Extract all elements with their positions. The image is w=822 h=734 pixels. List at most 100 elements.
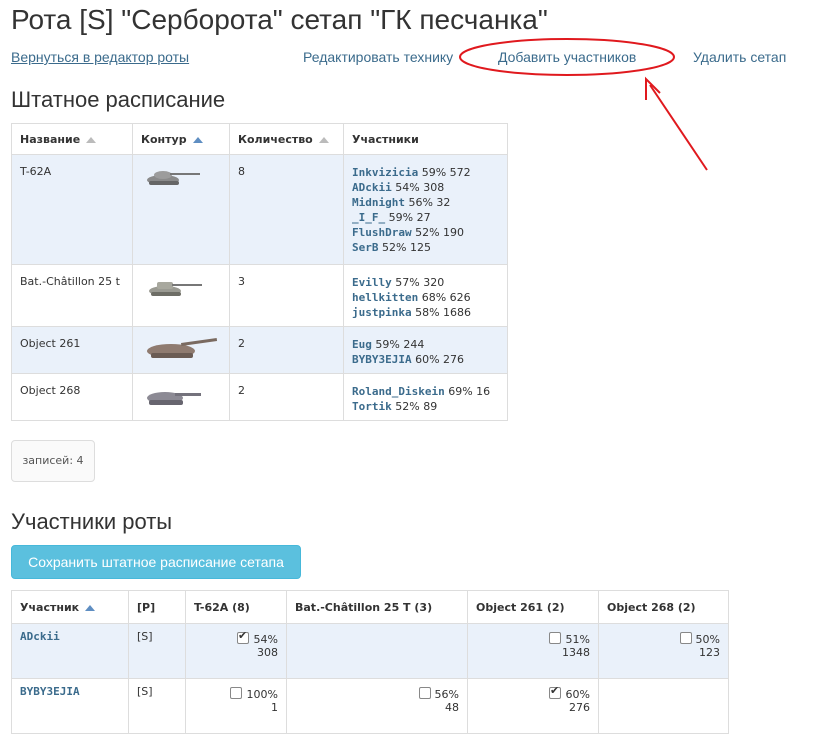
assign-cell: 56% 48	[286, 678, 468, 734]
tank-qty-cell: 2	[229, 326, 344, 374]
tank-contour-icon	[149, 282, 202, 296]
add-members-link[interactable]: Добавить участников	[498, 48, 636, 66]
col-contour-header[interactable]: Контур	[132, 123, 230, 155]
assign-cell: 51% 1348	[467, 623, 599, 679]
tank-players-cell: Roland_Diskein 69% 16 Tortik 52% 89	[343, 373, 508, 421]
member-role-cell: [S]	[128, 623, 186, 679]
table-row: Object 268 2 Roland_Diskein 69% 16 Torti…	[11, 373, 508, 421]
table-row: BYBY3EJIA [S] 100%1 56%48 60%276	[11, 678, 729, 734]
tank-contour-cell	[132, 264, 230, 327]
player-link[interactable]: justpinka	[352, 306, 412, 319]
player-line: Roland_Diskein 69% 16	[352, 385, 491, 398]
player-link[interactable]: Roland_Diskein	[352, 385, 445, 398]
tank-contour-cell	[132, 326, 230, 374]
tank-qty-cell: 2	[229, 373, 344, 421]
member-name-cell: ADckii	[11, 623, 129, 679]
player-line: Inkvizicia 59% 572	[352, 166, 471, 179]
tank-name-cell: T-62A	[11, 154, 133, 265]
player-line: _I_F_ 59% 27	[352, 211, 431, 224]
staff-heading: Штатное расписание	[11, 87, 226, 112]
members-header-row: Участник [P] T-62A (8) Bat.-Châtillon 25…	[11, 590, 729, 624]
tank-name-cell: Object 268	[11, 373, 133, 421]
player-line: Eug 59% 244	[352, 338, 425, 351]
col-role-header[interactable]: [P]	[128, 590, 186, 624]
table-row: Bat.-Châtillon 25 t 3 Evilly 57% 320 hel…	[11, 264, 508, 327]
player-link[interactable]: ADckii	[352, 181, 392, 194]
assign-checkbox[interactable]	[419, 687, 431, 699]
tank-contour-icon	[147, 392, 201, 405]
tank-contour-icon	[147, 337, 218, 358]
assign-cell: 50% 123	[598, 623, 729, 679]
player-link[interactable]: Tortik	[352, 400, 392, 413]
assign-checkbox[interactable]	[549, 684, 561, 699]
player-link[interactable]: _I_F_	[352, 211, 385, 224]
assign-cell: 100% 1	[185, 678, 287, 734]
assign-cell: 60%276	[467, 678, 599, 734]
tank-contour-cell	[132, 154, 230, 265]
col-t62-header[interactable]: T-62A (8)	[185, 590, 287, 624]
edit-tech-link[interactable]: Редактировать технику	[303, 48, 453, 66]
player-link[interactable]: SerB	[352, 241, 379, 254]
sort-arrow-icon[interactable]	[86, 136, 97, 143]
col-bat-header[interactable]: Bat.-Châtillon 25 T (3)	[286, 590, 468, 624]
staff-header-row: Название Контур Количество Участники	[11, 123, 508, 155]
table-row: ADckii [S] 54%308 51%1348 50%123	[11, 623, 729, 679]
player-line: Tortik 52% 89	[352, 400, 438, 413]
sort-arrow-icon[interactable]	[192, 136, 203, 143]
member-link[interactable]: BYBY3EJIA	[20, 685, 80, 698]
player-line: hellkitten 68% 626	[352, 291, 471, 304]
tank-contour-icon	[147, 171, 200, 185]
table-row: Object 261 2 Eug 59% 244 BYBY3EJIA 60% 2…	[11, 326, 508, 374]
member-link[interactable]: ADckii	[20, 630, 60, 643]
sort-arrow-icon[interactable]	[85, 604, 96, 611]
col-o268-header[interactable]: Object 268 (2)	[598, 590, 729, 624]
player-line: Midnight 56% 32	[352, 196, 451, 209]
tank-name-cell: Bat.-Châtillon 25 t	[11, 264, 133, 327]
member-name-cell: BYBY3EJIA	[11, 678, 129, 734]
player-line: FlushDraw 52% 190	[352, 226, 465, 239]
page-title: Рота [S] "Серборота" сетап "ГК песчанка"	[11, 4, 548, 35]
assign-cell	[598, 678, 729, 734]
col-member-header[interactable]: Участник	[11, 590, 129, 624]
player-link[interactable]: Evilly	[352, 276, 392, 289]
tank-players-cell: Inkvizicia 59% 572 ADckii 54% 308 Midnig…	[343, 154, 508, 265]
assign-checkbox[interactable]	[549, 632, 561, 644]
annotation-arrow	[649, 84, 708, 171]
arrow-head-icon	[645, 76, 661, 100]
members-heading: Участники роты	[11, 509, 173, 534]
assign-cell: 54%308	[185, 623, 287, 679]
assign-checkbox[interactable]	[237, 629, 249, 644]
player-link[interactable]: hellkitten	[352, 291, 418, 304]
assign-checkbox[interactable]	[230, 687, 242, 699]
staff-table: Название Контур Количество Участники T-6…	[11, 123, 508, 421]
player-link[interactable]: BYBY3EJIA	[352, 353, 412, 366]
sort-arrow-icon[interactable]	[318, 136, 329, 143]
player-line: BYBY3EJIA 60% 276	[352, 353, 465, 366]
tank-qty-cell: 8	[229, 154, 344, 265]
table-row: T-62A 8 Inkvizicia 59% 572 ADckii 54% 30…	[11, 154, 508, 265]
tank-players-cell: Eug 59% 244 BYBY3EJIA 60% 276	[343, 326, 508, 374]
player-line: Evilly 57% 320	[352, 276, 445, 289]
save-setup-button[interactable]: Сохранить штатное расписание сетапа	[11, 545, 301, 579]
records-count: записей: 4	[11, 440, 95, 482]
assign-cell	[286, 623, 468, 679]
player-link[interactable]: Eug	[352, 338, 372, 351]
player-link[interactable]: Inkvizicia	[352, 166, 418, 179]
col-qty-header[interactable]: Количество	[229, 123, 344, 155]
col-o261-header[interactable]: Object 261 (2)	[467, 590, 599, 624]
assign-checkbox[interactable]	[680, 632, 692, 644]
tank-qty-cell: 3	[229, 264, 344, 327]
player-line: SerB 52% 125	[352, 241, 431, 254]
col-members-header: Участники	[343, 123, 508, 155]
back-to-editor-link[interactable]: Вернуться в редактор роты	[11, 48, 189, 66]
player-link[interactable]: Midnight	[352, 196, 405, 209]
tank-contour-cell	[132, 373, 230, 421]
player-link[interactable]: FlushDraw	[352, 226, 412, 239]
col-name-header[interactable]: Название	[11, 123, 133, 155]
tank-players-cell: Evilly 57% 320 hellkitten 68% 626 justpi…	[343, 264, 508, 327]
member-role-cell: [S]	[128, 678, 186, 734]
delete-setup-link[interactable]: Удалить сетап	[693, 48, 786, 66]
tank-name-cell: Object 261	[11, 326, 133, 374]
members-table: Участник [P] T-62A (8) Bat.-Châtillon 25…	[11, 590, 729, 734]
player-line: ADckii 54% 308	[352, 181, 445, 194]
